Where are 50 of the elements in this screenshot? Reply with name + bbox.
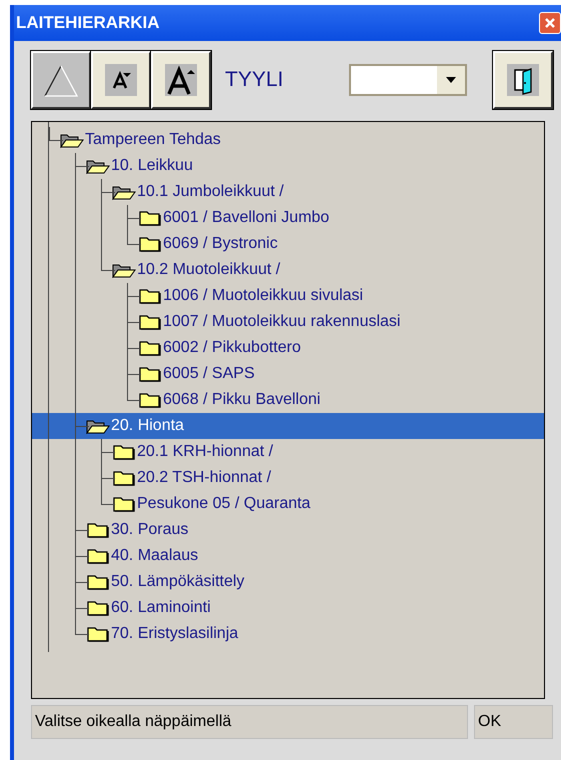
- tree-item-label: 70. Eristyslasilinja: [111, 625, 238, 643]
- tree-item-label: 1007 / Muotoleikkuu rakennuslasi: [163, 313, 400, 331]
- tree-item-label: 6002 / Pikkubottero: [163, 339, 301, 357]
- tree-item[interactable]: 70. Eristyslasilinja: [32, 621, 544, 647]
- tree-item[interactable]: 10. Leikkuu: [32, 153, 544, 179]
- tree-item-label: 10. Leikkuu: [111, 157, 193, 175]
- font-smaller-button[interactable]: [91, 51, 151, 109]
- tree-item-label: 20.1 KRH-hionnat /: [137, 443, 274, 461]
- tree-item[interactable]: 6005 / SAPS: [32, 361, 544, 387]
- style-label: TYYLI: [225, 68, 284, 92]
- tree-item[interactable]: 20.2 TSH-hionnat /: [32, 465, 544, 491]
- triangle-button[interactable]: [31, 51, 91, 109]
- tree-item[interactable]: 10.2 Muotoleikkuut /: [32, 257, 544, 283]
- tree-item[interactable]: 10.1 Jumboleikkuut /: [32, 179, 544, 205]
- tree-item-label: 6001 / Bavelloni Jumbo: [163, 209, 330, 227]
- tree-item[interactable]: 6001 / Bavelloni Jumbo: [32, 205, 544, 231]
- tree-item-label: Tampereen Tehdas: [85, 131, 221, 149]
- tree-item[interactable]: Tampereen Tehdas: [32, 127, 544, 153]
- tree-item[interactable]: 20. Hionta: [32, 413, 544, 439]
- exit-button[interactable]: [493, 51, 553, 109]
- tree-item[interactable]: 6002 / Pikkubottero: [32, 335, 544, 361]
- tree-item[interactable]: 40. Maalaus: [32, 543, 544, 569]
- tree-item-label: 6005 / SAPS: [163, 365, 255, 383]
- tree-item[interactable]: 6068 / Pikku Bavelloni: [32, 387, 544, 413]
- font-larger-button[interactable]: [151, 51, 211, 109]
- tree-item-label: 6069 / Bystronic: [163, 235, 278, 253]
- tree-item-label: 40. Maalaus: [111, 547, 198, 565]
- tree-item-label: 30. Poraus: [111, 521, 188, 539]
- tree-item[interactable]: 60. Laminointi: [32, 595, 544, 621]
- tree-item[interactable]: 20.1 KRH-hionnat /: [32, 439, 544, 465]
- tree-item-label: 60. Laminointi: [111, 599, 211, 617]
- close-icon: [543, 16, 557, 30]
- close-button[interactable]: [539, 12, 561, 34]
- tree-item[interactable]: 1006 / Muotoleikkuu sivulasi: [32, 283, 544, 309]
- tree-item-label: Pesukone 05 / Quaranta: [137, 495, 310, 513]
- tree-item-label: 10.1 Jumboleikkuut /: [137, 183, 284, 201]
- tree-item-label: 50. Lämpökäsittely: [111, 573, 244, 591]
- window-title: LAITEHIERARKIA: [15, 13, 160, 33]
- tree-item[interactable]: Pesukone 05 / Quaranta: [32, 491, 544, 517]
- tree-item-label: 1006 / Muotoleikkuu sivulasi: [163, 287, 364, 305]
- tree-item[interactable]: 50. Lämpökäsittely: [32, 569, 544, 595]
- tree-item-label: 10.2 Muotoleikkuut /: [137, 261, 280, 279]
- tree-item-label: 20. Hionta: [111, 417, 184, 435]
- status-message: Valitse oikealla näppäimellä: [31, 705, 468, 739]
- tree-item-label: 20.2 TSH-hionnat /: [137, 469, 272, 487]
- tree-item[interactable]: 30. Poraus: [32, 517, 544, 543]
- tree-item[interactable]: 6069 / Bystronic: [32, 231, 544, 257]
- tree-item-label: 6068 / Pikku Bavelloni: [163, 391, 320, 409]
- tree-item[interactable]: 1007 / Muotoleikkuu rakennuslasi: [32, 309, 544, 335]
- status-state: OK: [474, 705, 553, 739]
